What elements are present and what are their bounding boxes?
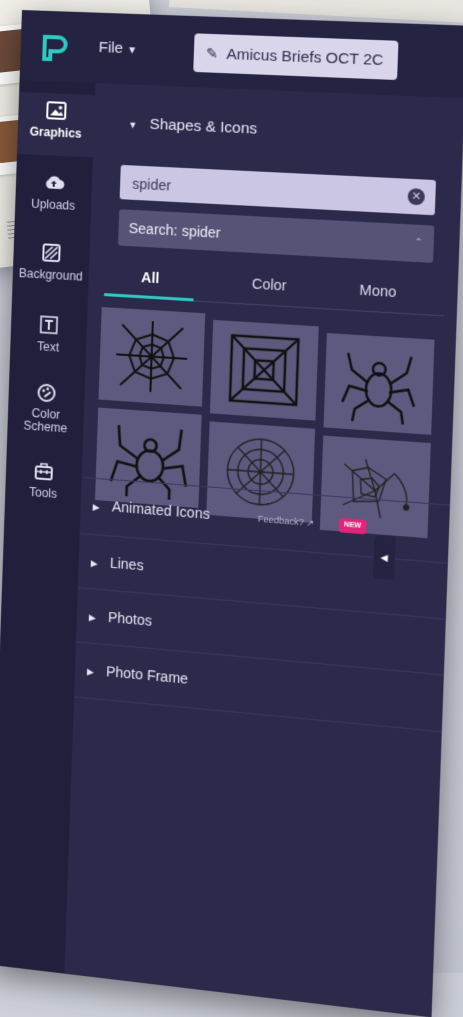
rail-item-tools[interactable]: Tools: [5, 457, 82, 503]
rail-item-label: Text: [36, 339, 60, 355]
accordion-label: Photos: [107, 608, 153, 629]
square-web-icon[interactable]: [209, 319, 319, 421]
tab-label: All: [140, 269, 160, 287]
rail-item-uploads[interactable]: Uploads: [15, 170, 92, 214]
search-input[interactable]: [129, 165, 403, 216]
section-title: Shapes & Icons: [149, 115, 258, 138]
tab-color[interactable]: Color: [223, 274, 317, 296]
graphics-panel: ▼ Shapes & Icons ✕ Search: spider ⌃ All C…: [64, 83, 463, 1017]
toolbox-icon: [33, 459, 56, 483]
palette-icon: [35, 381, 58, 405]
icon-search-field[interactable]: ✕: [119, 164, 437, 216]
rail-item-background[interactable]: Background: [13, 240, 90, 284]
search-select-value: Search: spider: [128, 219, 221, 241]
editor-window: File ▼ ✎ Amicus Briefs OCT 2C Graphics Upl…: [0, 10, 463, 1017]
caret-right-icon: ▶: [86, 666, 95, 678]
accordion-label: Photo Frame: [105, 663, 189, 687]
rail-item-label: Uploads: [30, 196, 76, 213]
select-updown-icon: ⌃: [413, 237, 424, 249]
document-title-button[interactable]: ✎ Amicus Briefs OCT 2C: [193, 33, 399, 81]
caret-right-icon: ▶: [88, 612, 96, 623]
signpost-icon: [16, 970, 37, 992]
feedback-label: Feedback?: [257, 513, 305, 528]
file-menu-label: File: [98, 38, 124, 57]
tab-label: Mono: [359, 281, 397, 301]
clear-search-icon[interactable]: ✕: [407, 188, 426, 206]
spider-icon[interactable]: [323, 333, 435, 435]
image-icon: [45, 99, 68, 122]
spider-web-icon[interactable]: [98, 307, 206, 407]
tab-mono[interactable]: Mono: [330, 280, 426, 302]
tab-all[interactable]: All: [105, 267, 197, 288]
rail-item-graphics[interactable]: Graphics: [17, 91, 96, 158]
document-title: Amicus Briefs OCT 2C: [226, 45, 384, 70]
active-tab-indicator: [104, 293, 194, 302]
search-suggestion-select[interactable]: Search: spider ⌃: [117, 209, 435, 263]
tab-label: Color: [251, 275, 287, 294]
new-badge: NEW: [338, 517, 367, 535]
cloud-upload-icon: [43, 171, 66, 194]
text-box-icon: [38, 313, 61, 336]
caret-left-icon: ◀: [380, 552, 389, 563]
shapes-icons-header[interactable]: ▼ Shapes & Icons: [128, 115, 257, 138]
caret-down-icon: ▼: [128, 119, 138, 131]
rail-item-text[interactable]: Text: [10, 312, 87, 357]
app-logo-icon[interactable]: [38, 33, 69, 64]
icon-filter-tabs: All Color Mono: [102, 254, 446, 317]
rail-item-label: Background: [18, 265, 83, 284]
hatch-icon: [40, 241, 63, 264]
editor-app: File ▼ ✎ Amicus Briefs OCT 2C Graphics Upl…: [0, 10, 463, 1017]
tour-label: Tour: [14, 991, 37, 1007]
rail-item-color-scheme[interactable]: Color Scheme: [7, 379, 85, 436]
collapse-panel-button[interactable]: ◀: [372, 535, 396, 581]
chevron-down-icon: ▼: [126, 45, 138, 57]
feedback-link[interactable]: Feedback? ↗: [258, 514, 315, 530]
caret-right-icon: ▶: [90, 558, 98, 569]
accordion-label: Lines: [109, 554, 144, 574]
rail-item-label: Graphics: [29, 124, 82, 141]
rail-item-label: Tools: [28, 484, 58, 502]
tour-button[interactable]: Tour: [0, 967, 64, 1010]
pencil-icon: ✎: [205, 44, 219, 62]
external-link-icon: ↗: [306, 517, 315, 529]
rail-item-label: Color Scheme: [23, 405, 68, 436]
caret-right-icon: ▶: [92, 501, 100, 513]
accordion-label: Animated Icons: [111, 498, 211, 523]
file-menu[interactable]: File ▼: [98, 39, 137, 58]
